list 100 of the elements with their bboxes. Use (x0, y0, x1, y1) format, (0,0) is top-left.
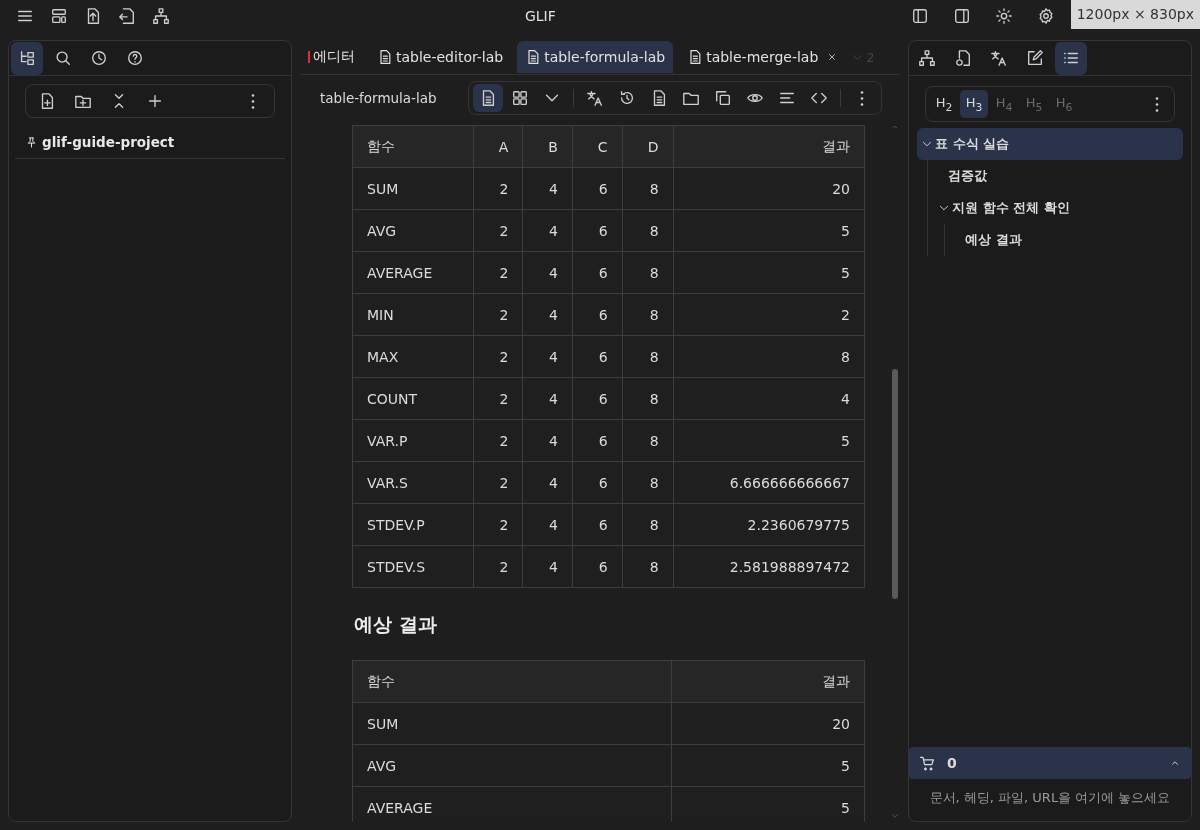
column-header: 결과 (673, 125, 865, 168)
basket-bar[interactable]: 0 (909, 747, 1191, 779)
column-header: C (572, 125, 623, 168)
table-cell: 4 (522, 377, 573, 420)
heading-level-button[interactable]: H$_{2}$ (930, 90, 958, 118)
copy-icon (714, 89, 732, 107)
table-cell: 5 (671, 744, 865, 787)
document-button[interactable] (473, 84, 503, 112)
layout-icon (50, 7, 68, 25)
table-cell: 4 (522, 545, 573, 588)
table-cell: 6 (572, 503, 623, 546)
table-cell: 4 (522, 167, 573, 210)
file-link-icon (954, 49, 972, 67)
table-cell: MIN (352, 293, 474, 336)
editor-tab[interactable]: 에디터 (300, 41, 363, 73)
editor-tab[interactable]: table-merge-lab (679, 41, 846, 73)
file-tree-button[interactable] (11, 41, 43, 75)
document-icon (377, 49, 393, 65)
table-cell: 5 (673, 251, 865, 294)
table-cell: 2 (473, 545, 523, 588)
file-arrow-icon (118, 7, 136, 25)
table-cell: 5 (673, 419, 865, 462)
table-cell: 8 (622, 377, 674, 420)
basket-count: 0 (947, 755, 958, 771)
outline-item[interactable]: 지원 함수 전체 확인 (934, 192, 1183, 224)
scroll-up-icon (891, 123, 899, 131)
column-header: A (473, 125, 523, 168)
clock-icon (90, 49, 108, 67)
editor-tab[interactable]: table-editor-lab (369, 41, 512, 73)
table-cell: 20 (673, 167, 865, 210)
table-cell: VAR.S (352, 461, 474, 504)
more-icon (1155, 96, 1159, 112)
table-cell: 2 (473, 377, 523, 420)
plus-icon (146, 92, 164, 110)
left-panel-icon (910, 7, 929, 25)
outline-item[interactable]: 예상 결과 (951, 224, 1183, 256)
table-cell: 2 (473, 251, 523, 294)
table-cell: 6 (572, 335, 623, 378)
search-icon (54, 49, 72, 67)
table-cell: 4 (522, 461, 573, 504)
editor-tab[interactable]: table-formula-lab (517, 41, 674, 73)
table-cell: 2 (473, 461, 523, 504)
table-cell: 2 (473, 335, 523, 378)
table-cell: SUM (352, 167, 474, 210)
table-cell: 6 (572, 461, 623, 504)
cart-icon (919, 755, 935, 771)
table-cell: 2.2360679775 (673, 503, 865, 546)
table-cell: 8 (622, 251, 674, 294)
scroll-down-icon (891, 812, 899, 820)
table-cell: 6 (572, 545, 623, 588)
table-cell: 8 (622, 209, 674, 252)
table-cell: MAX (352, 335, 474, 378)
table-cell: 4 (673, 377, 865, 420)
table-cell: 6.666666666667 (673, 461, 865, 504)
help-icon (126, 49, 144, 67)
close-icon (827, 52, 838, 62)
history-icon (618, 89, 636, 107)
table-cell: 8 (622, 293, 674, 336)
sun-icon (994, 7, 1013, 25)
table-cell: 8 (622, 545, 674, 588)
column-header: 함수 (352, 660, 672, 703)
table-cell: 4 (522, 293, 573, 336)
table-cell: 8 (622, 461, 674, 504)
right-panel-icon (952, 7, 971, 25)
table-cell: 8 (622, 167, 674, 210)
window-title: GLIF (523, 8, 557, 24)
table-cell: 6 (572, 377, 623, 420)
table-cell: AVG (352, 209, 474, 252)
section-heading: 예상 결과 (354, 612, 438, 637)
document-title: table-formula-lab (320, 90, 438, 106)
table-cell: STDEV.S (352, 545, 474, 588)
table-cell: 8 (673, 335, 865, 378)
table-cell: SUM (352, 702, 672, 745)
grid-icon (511, 89, 529, 107)
more-icon (251, 93, 255, 109)
table-cell: 6 (572, 209, 623, 252)
table-cell: 6 (572, 251, 623, 294)
project-item[interactable]: glif-guide-project (15, 126, 285, 159)
drop-hint: 문서, 헤딩, 파일, URL을 여기에 놓으세요 (928, 789, 1172, 807)
table-cell: 6 (572, 167, 623, 210)
table-cell: 6 (572, 293, 623, 336)
table-cell: 8 (622, 503, 674, 546)
table-cell: 2 (473, 209, 523, 252)
table-cell: 2 (473, 503, 523, 546)
heading-level-button[interactable]: H$_{3}$ (960, 90, 988, 118)
table-cell: 5 (673, 209, 865, 252)
table-cell: 2 (473, 293, 523, 336)
table-cell: COUNT (352, 377, 474, 420)
table-cell: 4 (522, 335, 573, 378)
table-cell: 8 (622, 335, 674, 378)
table-cell: 6 (572, 419, 623, 462)
column-header: B (522, 125, 573, 168)
more-icon (860, 90, 864, 106)
file-tree-icon (18, 49, 36, 67)
table-cell: STDEV.P (352, 503, 474, 546)
outline-item[interactable]: 검증값 (934, 160, 1183, 192)
list-button[interactable] (1055, 41, 1087, 75)
column-header: 결과 (671, 660, 865, 703)
table-cell: 4 (522, 419, 573, 462)
outline-item[interactable]: 표 수식 실습 (917, 128, 1183, 160)
